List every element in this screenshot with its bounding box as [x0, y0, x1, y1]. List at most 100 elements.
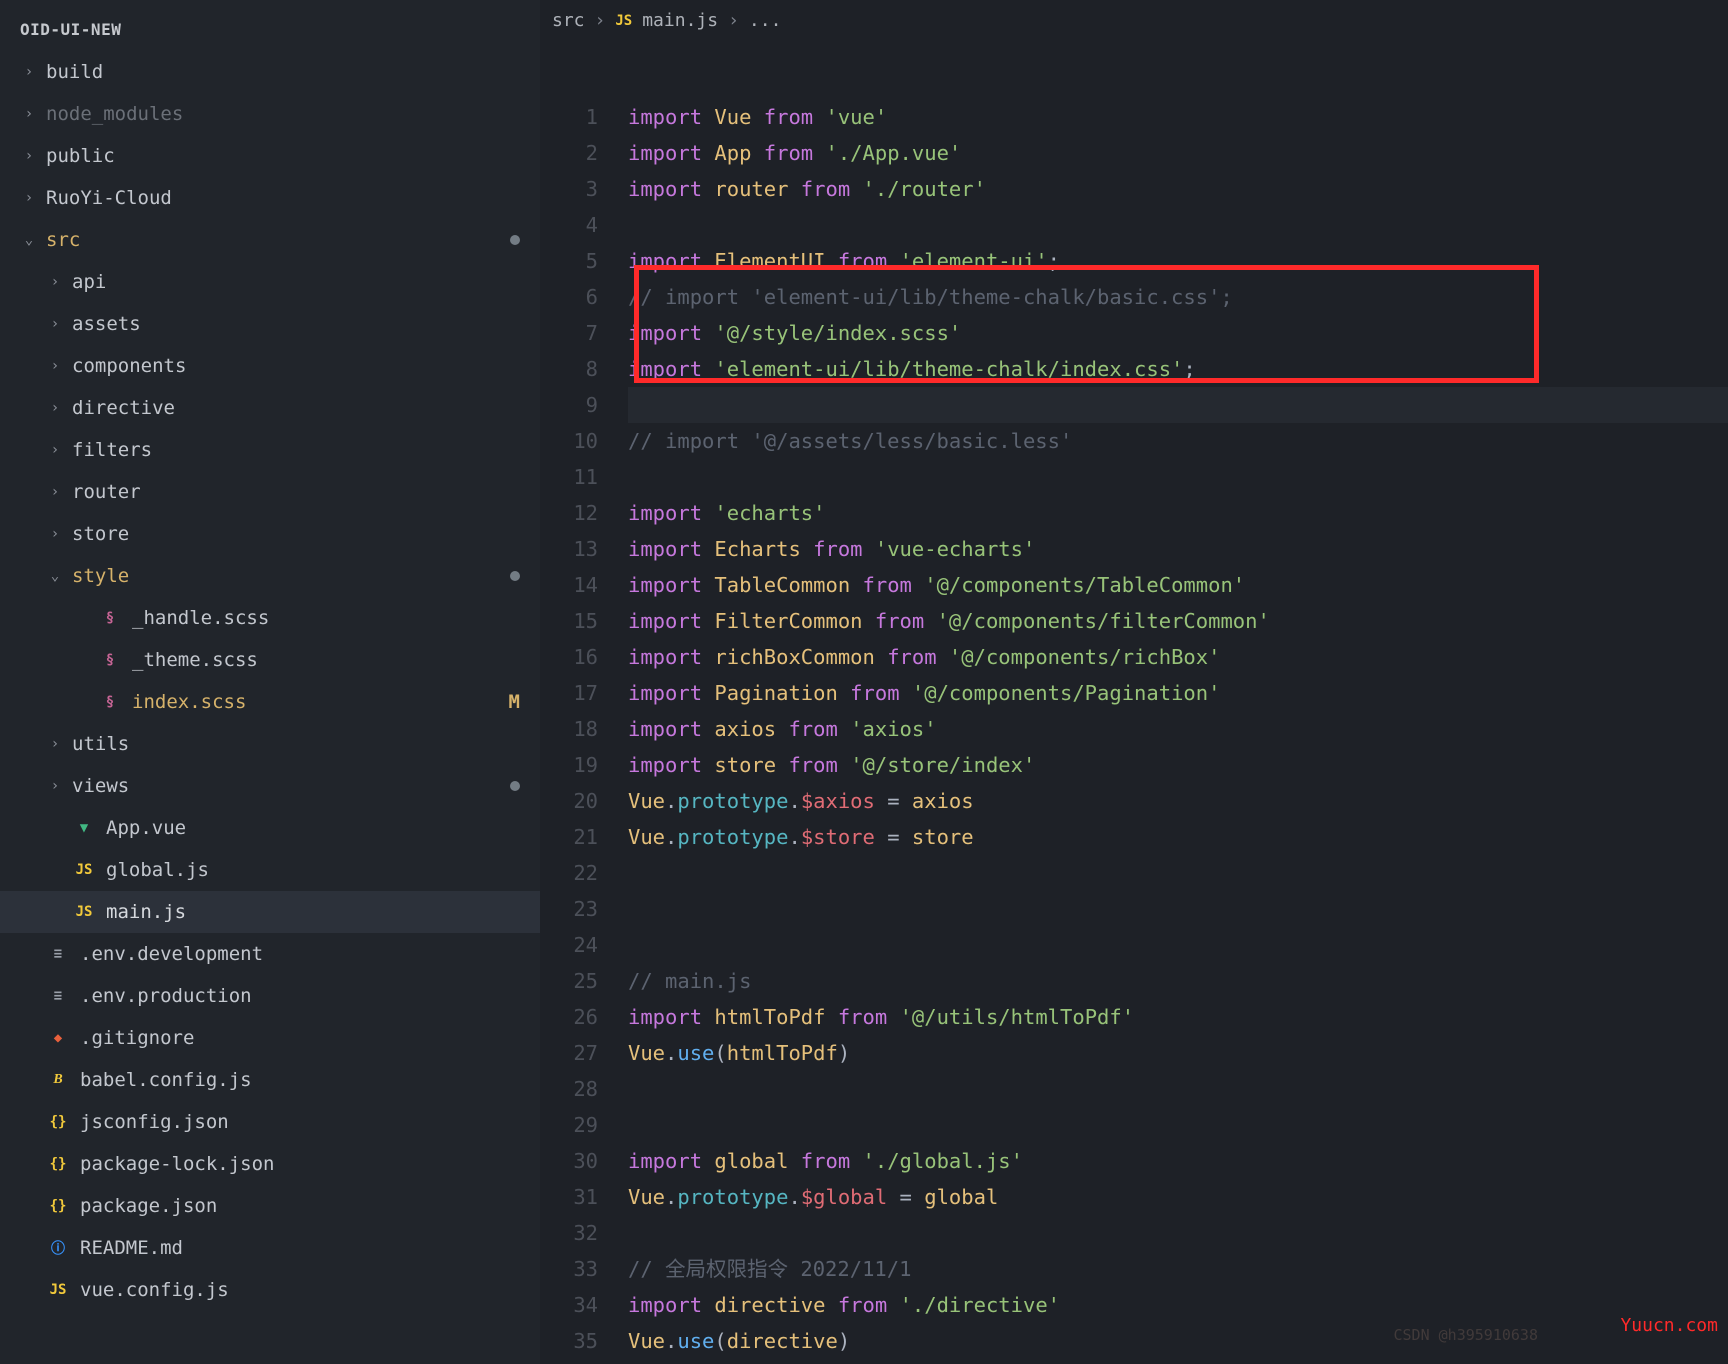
code-line[interactable]: // 全局权限指令 2022/11/1 [628, 1251, 1728, 1287]
line-number: 19 [540, 747, 628, 783]
line-number: 7 [540, 315, 628, 351]
code-line[interactable] [628, 855, 1728, 891]
code-line[interactable]: // main.js [628, 963, 1728, 999]
code-line[interactable] [628, 891, 1728, 927]
code-line[interactable]: import Vue from 'vue' [628, 99, 1728, 135]
tree-item[interactable]: ›store [0, 513, 540, 555]
tree-item[interactable]: ▼App.vue [0, 807, 540, 849]
code-line[interactable] [628, 387, 1728, 423]
tree-item[interactable]: {}package-lock.json [0, 1143, 540, 1185]
tree-item[interactable]: ◆.gitignore [0, 1017, 540, 1059]
code-line[interactable] [628, 1107, 1728, 1143]
code-line[interactable]: import FilterCommon from '@/components/f… [628, 603, 1728, 639]
code-line[interactable]: Vue.use(htmlToPdf) [628, 1035, 1728, 1071]
code-line[interactable] [628, 927, 1728, 963]
code-token: . [788, 825, 800, 849]
code-line[interactable]: import TableCommon from '@/components/Ta… [628, 567, 1728, 603]
code-line[interactable]: import axios from 'axios' [628, 711, 1728, 747]
tree-item[interactable]: §_theme.scss [0, 639, 540, 681]
tree-item[interactable]: ›router [0, 471, 540, 513]
code-line[interactable]: import 'echarts' [628, 495, 1728, 531]
code-token: 'echarts' [714, 501, 825, 525]
breadcrumb-seg[interactable]: src [552, 10, 585, 31]
code-token: 'element-ui/lib/theme-chalk/index.css' [714, 357, 1183, 381]
tree-item[interactable]: ›components [0, 345, 540, 387]
code-line[interactable]: import ElementUI from 'element-ui'; [628, 243, 1728, 279]
code-token: from [788, 177, 862, 201]
tree-item[interactable]: ›public [0, 135, 540, 177]
code-line[interactable] [628, 1215, 1728, 1251]
code-token: from [838, 681, 912, 705]
code-line[interactable]: Vue.use(directive) [628, 1323, 1728, 1359]
code-line[interactable]: Vue.prototype.$global = global [628, 1179, 1728, 1215]
code-token: from [850, 573, 924, 597]
breadcrumb-seg[interactable]: ... [749, 10, 782, 31]
tree-item-label: babel.config.js [80, 1069, 540, 1091]
tree-item[interactable]: ≡.env.development [0, 933, 540, 975]
code-line[interactable]: // import '@/assets/less/basic.less' [628, 423, 1728, 459]
code-token: import [628, 1293, 714, 1317]
tree-item[interactable]: §index.scssM [0, 681, 540, 723]
code-line[interactable]: import App from './App.vue' [628, 135, 1728, 171]
breadcrumb-seg[interactable]: main.js [642, 10, 718, 31]
tree-item[interactable]: ›utils [0, 723, 540, 765]
line-number: 3 [540, 171, 628, 207]
tree-item[interactable]: ›node_modules [0, 93, 540, 135]
tree-item[interactable]: ›filters [0, 429, 540, 471]
code-line[interactable]: import Echarts from 'vue-echarts' [628, 531, 1728, 567]
code-line[interactable]: Vue.prototype.$store = store [628, 819, 1728, 855]
code-token: . [665, 789, 677, 813]
tree-item[interactable]: JSvue.config.js [0, 1269, 540, 1311]
code-line[interactable]: import store from '@/store/index' [628, 747, 1728, 783]
tree-item[interactable]: ›assets [0, 303, 540, 345]
code-line[interactable]: import global from './global.js' [628, 1143, 1728, 1179]
tree-item[interactable]: Bbabel.config.js [0, 1059, 540, 1101]
code-token: from [751, 105, 825, 129]
breadcrumb[interactable]: src › JS main.js › ... [540, 0, 1728, 41]
tree-item[interactable]: ›RuoYi-Cloud [0, 177, 540, 219]
tree-item[interactable]: ›views [0, 765, 540, 807]
code-line[interactable] [628, 1071, 1728, 1107]
tree-item[interactable]: ›build [0, 51, 540, 93]
line-number: 4 [540, 207, 628, 243]
code-line[interactable]: import '@/style/index.scss' [628, 315, 1728, 351]
code-line[interactable]: import 'element-ui/lib/theme-chalk/index… [628, 351, 1728, 387]
tree-item[interactable]: ⓘREADME.md [0, 1227, 540, 1269]
tree-item[interactable]: JSglobal.js [0, 849, 540, 891]
tree-item[interactable]: {}jsconfig.json [0, 1101, 540, 1143]
code-editor[interactable]: 1234567891011121314151617181920212223242… [540, 41, 1728, 1364]
line-number: 28 [540, 1071, 628, 1107]
line-number: 18 [540, 711, 628, 747]
tree-item[interactable]: ≡.env.production [0, 975, 540, 1017]
code-token: // main.js [628, 969, 751, 993]
code-line[interactable]: import richBoxCommon from '@/components/… [628, 639, 1728, 675]
tree-item-label: directive [72, 397, 540, 419]
tree-item[interactable]: ⌄src [0, 219, 540, 261]
code-token: './router' [863, 177, 986, 201]
tree-item[interactable]: {}package.json [0, 1185, 540, 1227]
code-line[interactable] [628, 207, 1728, 243]
tree-item[interactable]: JSmain.js [0, 891, 540, 933]
explorer-sidebar: OID-UI-NEW ›build›node_modules›public›Ru… [0, 0, 540, 1364]
code-line[interactable]: import Pagination from '@/components/Pag… [628, 675, 1728, 711]
code-line[interactable] [628, 459, 1728, 495]
line-number: 9 [540, 387, 628, 423]
code-content[interactable]: import Vue from 'vue'import App from './… [628, 99, 1728, 1364]
code-token: $global [801, 1185, 887, 1209]
code-line[interactable]: import router from './router' [628, 171, 1728, 207]
code-line[interactable]: Vue.prototype.$axios = axios [628, 783, 1728, 819]
code-line[interactable]: // import 'element-ui/lib/theme-chalk/ba… [628, 279, 1728, 315]
code-token: . [665, 1329, 677, 1353]
tree-item[interactable]: ⌄style [0, 555, 540, 597]
dirty-dot-icon [510, 781, 520, 791]
tree-item[interactable]: ›api [0, 261, 540, 303]
code-token: import [628, 1149, 714, 1173]
code-token: htmlToPdf [714, 1005, 825, 1029]
code-line[interactable]: import directive from './directive' [628, 1287, 1728, 1323]
code-token: 'element-ui' [900, 249, 1048, 273]
code-token: from [875, 645, 949, 669]
tree-item[interactable]: §_handle.scss [0, 597, 540, 639]
tree-item[interactable]: ›directive [0, 387, 540, 429]
code-line[interactable]: import htmlToPdf from '@/utils/htmlToPdf… [628, 999, 1728, 1035]
tree-item-label: .env.development [80, 943, 540, 965]
